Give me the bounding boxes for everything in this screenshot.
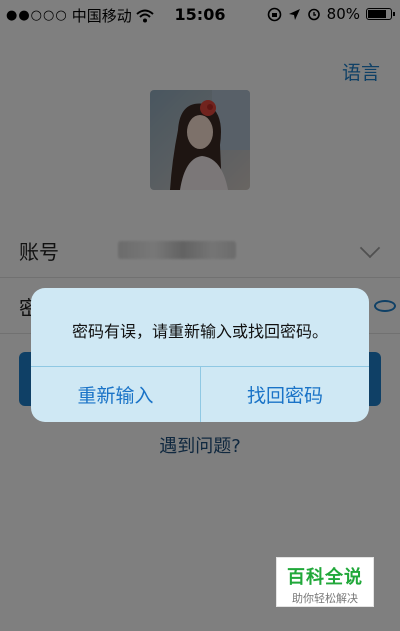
recover-password-button[interactable]: 找回密码 [200, 367, 369, 422]
alert-dialog: 密码有误，请重新输入或找回密码。 重新输入 找回密码 [31, 288, 369, 422]
alert-message: 密码有误，请重新输入或找回密码。 [71, 322, 328, 341]
watermark-subtitle: 助你轻松解决 [292, 592, 358, 605]
retry-button[interactable]: 重新输入 [31, 367, 200, 422]
watermark-title: 百科全说 [287, 567, 363, 588]
watermark-logo: 百科全说 助你轻松解决 [276, 557, 374, 607]
